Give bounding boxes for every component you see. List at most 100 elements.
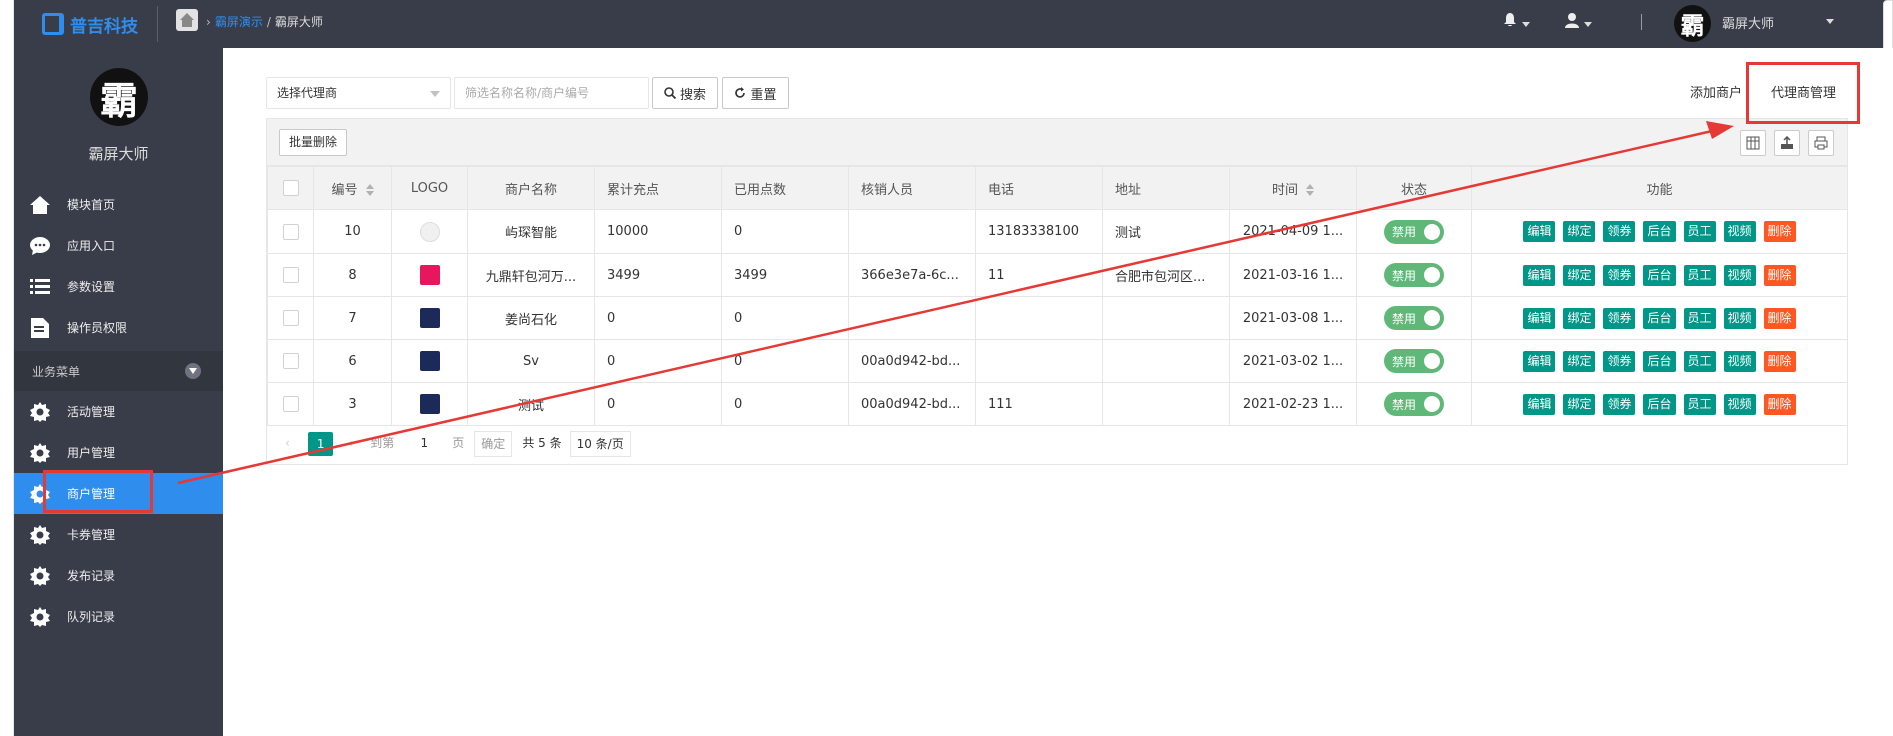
goto-page-input[interactable]: 1 xyxy=(406,431,442,457)
home-button[interactable] xyxy=(176,9,198,31)
coupon-button[interactable]: 领券 xyxy=(1603,221,1636,242)
search-input[interactable] xyxy=(454,77,649,109)
checkbox[interactable] xyxy=(282,267,299,283)
column-header-id[interactable]: 编号 xyxy=(313,166,392,210)
edit-button[interactable]: 编辑 xyxy=(1523,307,1556,329)
left-edge-strip xyxy=(0,0,14,736)
status-toggle[interactable]: 禁用 xyxy=(1384,219,1444,244)
backend-button[interactable]: 后台 xyxy=(1643,393,1676,415)
coupon-button[interactable]: 领券 xyxy=(1603,350,1636,372)
bind-button[interactable]: 绑定 xyxy=(1563,221,1596,242)
prev-page-button[interactable]: ‹ xyxy=(279,431,296,457)
export-button[interactable] xyxy=(1774,130,1800,156)
sidebar-group-business[interactable]: 业务菜单 xyxy=(14,351,223,391)
video-button[interactable]: 视频 xyxy=(1723,350,1756,372)
row-checkbox-cell[interactable] xyxy=(267,296,314,340)
staff-button[interactable]: 员工 xyxy=(1683,221,1716,242)
cell-status: 禁用 xyxy=(1356,339,1472,383)
select-all-checkbox-cell[interactable] xyxy=(267,166,314,210)
coupon-button[interactable]: 领券 xyxy=(1603,307,1636,329)
sidebar-item-apps[interactable]: 应用入口 xyxy=(14,225,223,266)
video-button[interactable]: 视频 xyxy=(1723,221,1756,242)
staff-button[interactable]: 员工 xyxy=(1683,350,1716,372)
bind-button[interactable]: 绑定 xyxy=(1563,350,1596,372)
status-toggle[interactable]: 禁用 xyxy=(1384,263,1444,287)
staff-button[interactable]: 员工 xyxy=(1683,393,1716,415)
sidebar-item-queue-records[interactable]: 队列记录 xyxy=(14,596,223,637)
row-checkbox-cell[interactable] xyxy=(267,339,314,383)
sidebar-item-activities[interactable]: 活动管理 xyxy=(14,391,223,432)
user-name[interactable]: 霸屏大师 xyxy=(1722,13,1774,32)
reset-button[interactable]: 重置 xyxy=(722,77,789,109)
staff-button[interactable]: 员工 xyxy=(1683,264,1716,286)
backend-button[interactable]: 后台 xyxy=(1643,307,1676,329)
video-button[interactable]: 视频 xyxy=(1723,307,1756,329)
checkbox[interactable] xyxy=(282,353,299,369)
coupon-button[interactable]: 领券 xyxy=(1603,264,1636,286)
sidebar-item-publish-records[interactable]: 发布记录 xyxy=(14,555,223,596)
bind-button[interactable]: 绑定 xyxy=(1563,393,1596,415)
agent-select[interactable]: 选择代理商 xyxy=(266,77,451,109)
sort-icon[interactable] xyxy=(1306,184,1314,196)
page-1-button[interactable]: 1 xyxy=(307,432,334,456)
checkbox[interactable] xyxy=(282,180,299,196)
delete-button[interactable]: 删除 xyxy=(1763,307,1796,329)
next-page-button[interactable]: › xyxy=(343,431,360,457)
column-header-status: 状态 xyxy=(1356,166,1472,210)
sort-icon[interactable] xyxy=(365,184,374,196)
checkbox[interactable] xyxy=(282,223,299,240)
sidebar-item-settings[interactable]: 参数设置 xyxy=(14,266,223,307)
column-header-phone: 电话 xyxy=(975,166,1103,210)
delete-button[interactable]: 删除 xyxy=(1763,393,1796,415)
user-menu-button[interactable] xyxy=(1564,12,1592,32)
avatar[interactable]: 霸 xyxy=(1674,5,1711,42)
coupon-button[interactable]: 领券 xyxy=(1603,393,1636,415)
edit-button[interactable]: 编辑 xyxy=(1523,393,1556,415)
notification-button[interactable] xyxy=(1502,12,1530,32)
bind-button[interactable]: 绑定 xyxy=(1563,264,1596,286)
sidebar-item-users[interactable]: 用户管理 xyxy=(14,432,223,473)
edit-button[interactable]: 编辑 xyxy=(1523,350,1556,372)
pagination: ‹ 1 › 到第 1 页 确定 共 5 条 10 条/页 xyxy=(267,423,1847,465)
video-button[interactable]: 视频 xyxy=(1723,264,1756,286)
edit-button[interactable]: 编辑 xyxy=(1523,264,1556,286)
edit-button[interactable]: 编辑 xyxy=(1523,221,1556,242)
status-toggle[interactable]: 禁用 xyxy=(1384,306,1444,330)
breadcrumb-link[interactable]: 霸屏演示 xyxy=(215,13,263,30)
goto-confirm-button[interactable]: 确定 xyxy=(474,431,513,457)
search-button[interactable]: 搜索 xyxy=(652,77,718,109)
columns-filter-button[interactable] xyxy=(1740,130,1766,156)
sidebar-item-coupons[interactable]: 卡券管理 xyxy=(14,514,223,555)
checkbox[interactable] xyxy=(282,396,299,412)
status-toggle[interactable]: 禁用 xyxy=(1384,349,1444,373)
row-checkbox-cell[interactable] xyxy=(267,209,314,254)
row-checkbox-cell[interactable] xyxy=(267,382,314,426)
delete-button[interactable]: 删除 xyxy=(1763,350,1796,372)
backend-button[interactable]: 后台 xyxy=(1643,350,1676,372)
table-row[interactable]: 3 测试 0 0 00a0d942-bd... 111 2021-02-23 1... 禁用编… xyxy=(267,382,1848,426)
video-button[interactable]: 视频 xyxy=(1723,393,1756,415)
column-header-time[interactable]: 时间 xyxy=(1229,166,1357,210)
delete-button[interactable]: 删除 xyxy=(1763,264,1796,286)
refresh-icon xyxy=(735,87,746,98)
table-row[interactable]: 8 九鼎轩包河万... 3499 3499 366e3e7a-6c... 11 合肥市包河区… xyxy=(267,253,1848,297)
row-checkbox-cell[interactable] xyxy=(267,253,314,297)
table-row[interactable]: 10 屿琛智能 10000 0 13183338100 测试 2021-04-09 1...… xyxy=(267,209,1848,254)
table-row[interactable]: 7 姜尚石化 0 0 2021-03-08 1... 禁用 编辑 绑定 领券 后台 员工 视频 删除 xyxy=(267,296,1848,340)
add-merchant-link[interactable]: 添加商户 xyxy=(1690,82,1742,101)
sidebar-item-permissions[interactable]: 操作员权限 xyxy=(14,307,223,348)
caret-down-icon[interactable] xyxy=(1826,19,1834,24)
batch-delete-button[interactable]: 批量删除 xyxy=(279,129,348,156)
checkbox[interactable] xyxy=(282,310,299,326)
page-size-select[interactable]: 10 条/页 xyxy=(569,431,631,457)
bind-button[interactable]: 绑定 xyxy=(1563,307,1596,329)
table-row[interactable]: 6 Sv 0 0 00a0d942-bd... 2021-03-02 1... 禁用 编辑 绑定… xyxy=(267,339,1848,383)
backend-button[interactable]: 后台 xyxy=(1643,264,1676,286)
delete-button[interactable]: 删除 xyxy=(1763,221,1796,242)
brand-logo[interactable]: 普吉科技 xyxy=(42,9,138,39)
backend-button[interactable]: 后台 xyxy=(1643,221,1676,242)
sidebar-item-home[interactable]: 模块首页 xyxy=(14,184,223,225)
staff-button[interactable]: 员工 xyxy=(1683,307,1716,329)
print-button[interactable] xyxy=(1808,130,1834,156)
status-toggle[interactable]: 禁用 xyxy=(1384,392,1444,416)
